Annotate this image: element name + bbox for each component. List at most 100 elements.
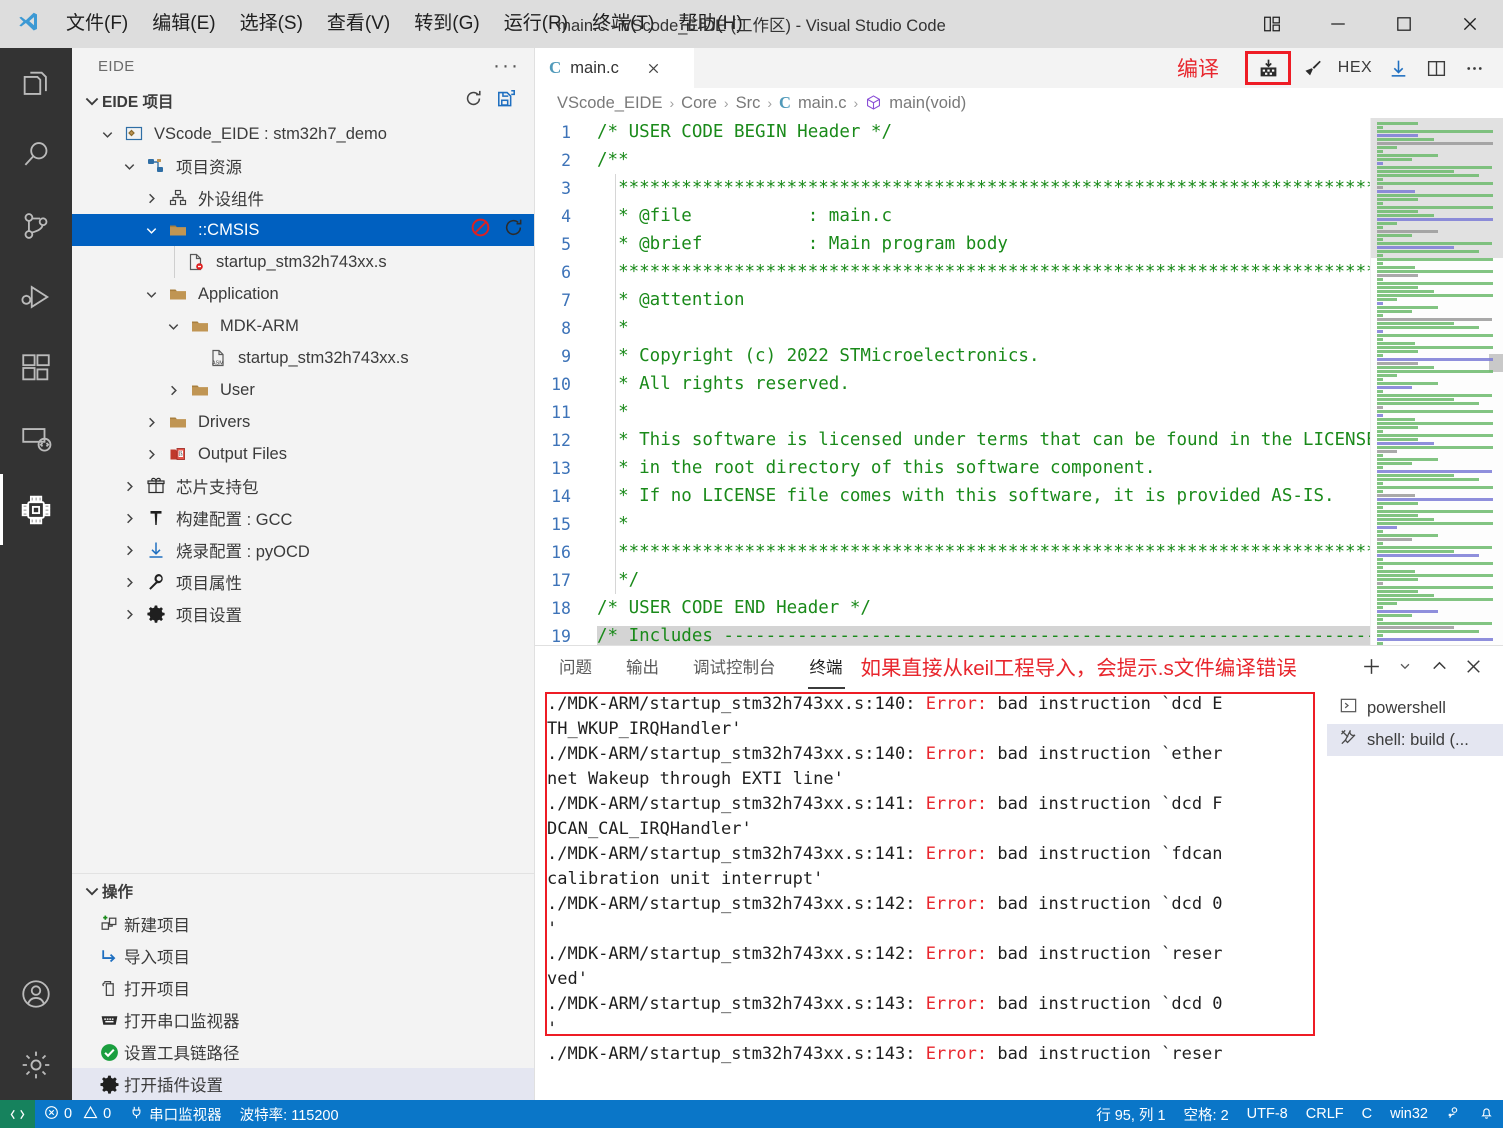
close-icon[interactable]: [1437, 0, 1503, 48]
status-platform[interactable]: win32: [1381, 1100, 1437, 1128]
breadcrumb-item-2[interactable]: Src: [736, 94, 761, 113]
search-icon[interactable]: [0, 119, 72, 190]
status-problems[interactable]: 0 0: [35, 1100, 120, 1128]
op-new-project[interactable]: 新建项目: [72, 908, 534, 940]
tree-row-project-settings[interactable]: 项目设置: [72, 598, 534, 630]
chevron-right-icon[interactable]: [160, 383, 186, 398]
op-import-project[interactable]: 导入项目: [72, 940, 534, 972]
chevron-right-icon[interactable]: [116, 479, 142, 494]
tree-row-output-files[interactable]: 01 10 Output Files: [72, 438, 534, 470]
code-lines[interactable]: 1/* USER CODE BEGIN Header */ 2/** 3 ***…: [535, 118, 1370, 645]
layout-icon[interactable]: [1239, 0, 1305, 48]
tree-row-startup-s-asm[interactable]: ASM startup_stm32h743xx.s: [72, 342, 534, 374]
tree-row-workspace[interactable]: VScode_EIDE : stm32h7_demo: [72, 118, 534, 150]
status-baud-rate[interactable]: 波特率: 115200: [231, 1100, 348, 1128]
tree-row-project-attributes[interactable]: 项目属性: [72, 566, 534, 598]
op-open-extension-settings[interactable]: 打开插件设置: [72, 1068, 534, 1100]
menu-run[interactable]: 运行(R): [492, 9, 580, 40]
code-editor[interactable]: 1/* USER CODE BEGIN Header */ 2/** 3 ***…: [535, 118, 1503, 645]
window-controls[interactable]: [1239, 0, 1503, 48]
menu-file[interactable]: 文件(F): [54, 9, 140, 40]
status-notifications[interactable]: [1470, 1100, 1503, 1128]
status-language-mode[interactable]: C: [1353, 1100, 1381, 1128]
maximize-icon[interactable]: [1371, 0, 1437, 48]
hex-button[interactable]: HEX: [1333, 51, 1377, 85]
chevron-right-icon[interactable]: [116, 511, 142, 526]
build-button[interactable]: [1245, 51, 1291, 85]
breadcrumb-item-1[interactable]: Core: [681, 94, 717, 113]
tab-problems[interactable]: 问题: [557, 648, 594, 684]
tree-row-flash-config[interactable]: 烧录配置 : pyOCD: [72, 534, 534, 566]
run-debug-icon[interactable]: [0, 261, 72, 332]
close-icon[interactable]: [646, 61, 661, 76]
chevron-right-icon[interactable]: [116, 543, 142, 558]
chevron-right-icon[interactable]: [116, 575, 142, 590]
minimap[interactable]: [1370, 118, 1503, 645]
refresh-icon[interactable]: [503, 217, 524, 243]
terminal-list-item-powershell[interactable]: powershell: [1327, 692, 1503, 724]
flash-download-button[interactable]: [1381, 51, 1415, 85]
refresh-icon[interactable]: [464, 89, 483, 113]
status-eol[interactable]: CRLF: [1297, 1100, 1353, 1128]
breadcrumb-item-0[interactable]: VScode_EIDE: [557, 94, 662, 113]
remote-indicator[interactable]: [0, 1100, 35, 1128]
project-tree[interactable]: VScode_EIDE : stm32h7_demo 项目资源 外设组件::C…: [72, 118, 534, 873]
clean-button[interactable]: [1295, 51, 1329, 85]
sidebar-more-actions[interactable]: ···: [493, 55, 520, 75]
chevron-down-icon[interactable]: [1389, 650, 1421, 682]
breadcrumb-item-4[interactable]: main(void): [889, 94, 966, 113]
menu-selection[interactable]: 选择(S): [228, 9, 315, 40]
op-open-serial-monitor[interactable]: 打开串口监视器: [72, 1004, 534, 1036]
close-panel-button[interactable]: [1457, 650, 1489, 682]
chevron-right-icon[interactable]: [116, 607, 142, 622]
account-icon[interactable]: [0, 958, 72, 1029]
tree-row-mdk-arm[interactable]: MDK-ARM: [72, 310, 534, 342]
menu-edit[interactable]: 编辑(E): [140, 9, 227, 40]
tree-row-application[interactable]: Application: [72, 278, 534, 310]
chevron-down-icon[interactable]: [138, 223, 164, 238]
menu-go[interactable]: 转到(G): [402, 9, 491, 40]
tree-row-cmsis[interactable]: ::CMSIS: [72, 214, 534, 246]
source-control-icon[interactable]: [0, 190, 72, 261]
tab-output[interactable]: 输出: [624, 648, 661, 684]
breadcrumb[interactable]: VScode_EIDE › Core › Src › C main.c › ma…: [535, 88, 1503, 118]
chevron-down-icon[interactable]: [94, 127, 120, 142]
minimize-icon[interactable]: [1305, 0, 1371, 48]
menu-terminal[interactable]: 终端(T): [580, 9, 666, 40]
breadcrumb-item-3[interactable]: main.c: [798, 94, 847, 113]
chevron-right-icon[interactable]: [138, 415, 164, 430]
status-serial-monitor[interactable]: 串口监视器: [120, 1100, 231, 1128]
op-set-toolchain-path[interactable]: 设置工具链路径: [72, 1036, 534, 1068]
eide-project-section-header[interactable]: EIDE 项目: [72, 84, 534, 118]
gear-icon[interactable]: [0, 1029, 72, 1100]
save-all-icon[interactable]: [497, 89, 516, 113]
operations-section-header[interactable]: 操作: [72, 874, 534, 908]
split-editor-button[interactable]: [1419, 51, 1453, 85]
tree-row-project-resource[interactable]: 项目资源: [72, 150, 534, 182]
terminal-list-item-build[interactable]: shell: build (...: [1327, 724, 1503, 756]
maximize-panel-button[interactable]: [1423, 650, 1455, 682]
status-cursor-position[interactable]: 行 95, 列 1: [1087, 1100, 1174, 1128]
status-feedback[interactable]: [1437, 1100, 1470, 1128]
chevron-down-icon[interactable]: [116, 159, 142, 174]
new-terminal-button[interactable]: [1355, 650, 1387, 682]
files-icon[interactable]: [0, 48, 72, 119]
tree-row-drivers[interactable]: Drivers: [72, 406, 534, 438]
menu-view[interactable]: 查看(V): [315, 9, 402, 40]
tab-terminal[interactable]: 终端: [807, 648, 845, 689]
op-open-project[interactable]: 打开项目: [72, 972, 534, 1004]
chip-icon[interactable]: [0, 474, 72, 545]
tree-row-build-config[interactable]: 构建配置 : GCC: [72, 502, 534, 534]
menu-help[interactable]: 帮助(H): [666, 9, 754, 40]
menu-bar[interactable]: 文件(F) 编辑(E) 选择(S) 查看(V) 转到(G) 运行(R) 终端(T…: [54, 9, 755, 40]
tree-row-peripheral-components[interactable]: 外设组件: [72, 182, 534, 214]
tab-debug-console[interactable]: 调试控制台: [691, 648, 778, 684]
chevron-right-icon[interactable]: [138, 447, 164, 462]
terminal-output[interactable]: ./MDK-ARM/startup_stm32h743xx.s:140: Err…: [535, 686, 1327, 1100]
extensions-icon[interactable]: [0, 332, 72, 403]
tab-main-c[interactable]: C main.c: [535, 48, 695, 88]
chevron-down-icon[interactable]: [160, 319, 186, 334]
tree-row-chip-support-package[interactable]: 芯片支持包: [72, 470, 534, 502]
exclude-icon[interactable]: [470, 217, 491, 243]
status-indentation[interactable]: 空格: 2: [1175, 1100, 1238, 1128]
